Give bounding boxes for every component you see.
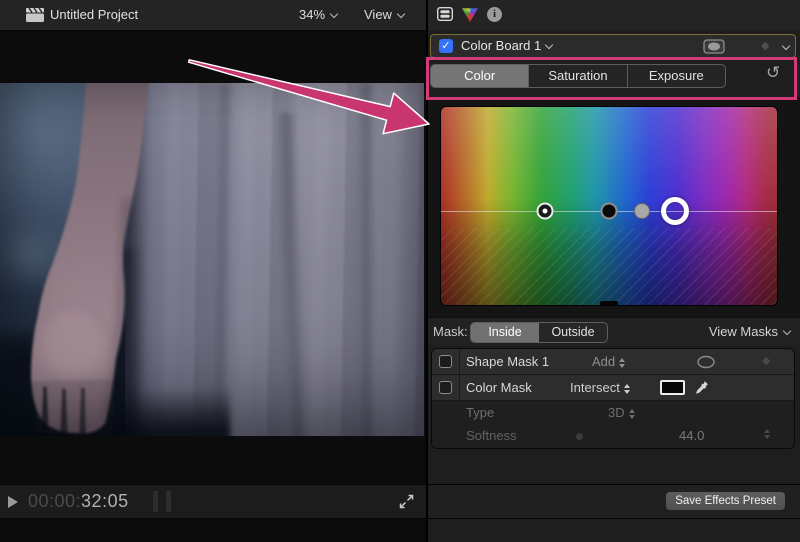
color-mask-softness-row: Softness 44.0 bbox=[432, 424, 794, 448]
softness-stepper[interactable] bbox=[764, 429, 770, 439]
shape-mask-mode-dropdown[interactable]: Add bbox=[592, 349, 625, 374]
view-masks-dropdown[interactable]: View Masks bbox=[709, 318, 790, 345]
chevron-down-icon bbox=[330, 10, 338, 18]
board-hatch bbox=[441, 228, 777, 305]
clapperboard-icon bbox=[26, 8, 44, 22]
info-icon[interactable]: i bbox=[487, 7, 502, 22]
skimmer-tick bbox=[153, 491, 158, 512]
shape-mask-checkbox[interactable] bbox=[439, 355, 452, 368]
collapse-chevron-icon[interactable] bbox=[782, 42, 790, 50]
play-button[interactable] bbox=[8, 496, 18, 508]
transport-bar: 00:00:32:05 bbox=[0, 484, 426, 519]
correction-name-dropdown[interactable]: Color Board 1 bbox=[461, 35, 552, 57]
view-dropdown[interactable]: View bbox=[364, 0, 404, 30]
color-mask-mode-dropdown[interactable]: Intersect bbox=[570, 375, 630, 400]
puck-global[interactable] bbox=[537, 203, 554, 220]
project-title: Untitled Project bbox=[50, 0, 138, 30]
type-label: Type bbox=[466, 401, 494, 424]
puck-midtones[interactable] bbox=[634, 203, 650, 219]
shape-mask-name: Shape Mask 1 bbox=[466, 349, 549, 374]
type-dropdown[interactable]: 3D bbox=[608, 401, 635, 424]
save-effects-preset-button[interactable]: Save Effects Preset bbox=[666, 492, 785, 510]
oval-mask-icon[interactable] bbox=[696, 355, 716, 369]
keyframe-diamond-icon[interactable]: ◆ bbox=[761, 35, 769, 57]
correction-row[interactable]: ✓ Color Board 1 ◆ bbox=[430, 34, 796, 58]
expand-icon[interactable] bbox=[399, 494, 414, 509]
mask-toolbar: Mask: Inside Outside View Masks bbox=[428, 317, 800, 345]
inspector-toolbar: i bbox=[428, 0, 800, 30]
color-mask-checkbox[interactable] bbox=[439, 381, 452, 394]
board-resize-handle[interactable] bbox=[600, 301, 618, 305]
zoom-dropdown[interactable]: 34% bbox=[299, 0, 337, 30]
color-mask-swatch[interactable] bbox=[660, 380, 685, 395]
annotation-highlight-box bbox=[426, 57, 797, 100]
mask-thumbnail-icon[interactable] bbox=[703, 39, 725, 54]
mask-inside-outside-segment: Inside Outside bbox=[470, 322, 608, 343]
softness-slider-dot[interactable] bbox=[576, 433, 583, 440]
segment-inside[interactable]: Inside bbox=[471, 323, 539, 342]
video-inspector-icon[interactable] bbox=[437, 7, 453, 21]
softness-label: Softness bbox=[466, 424, 517, 448]
mask-list: Shape Mask 1 Add ◆ Color Mask Intersect … bbox=[431, 348, 795, 449]
chevron-down-icon bbox=[783, 327, 791, 335]
keyframe-diamond-icon[interactable]: ◆ bbox=[762, 349, 770, 374]
correction-enable-checkbox[interactable]: ✓ bbox=[439, 39, 453, 53]
video-vignette bbox=[0, 83, 424, 436]
project-topbar: Untitled Project 34% View bbox=[0, 0, 426, 31]
color-inspector-icon[interactable] bbox=[462, 7, 478, 22]
segment-outside[interactable]: Outside bbox=[539, 323, 607, 342]
puck-shadows[interactable] bbox=[601, 203, 618, 220]
shape-mask-row[interactable]: Shape Mask 1 Add ◆ bbox=[432, 349, 794, 375]
app-window: Untitled Project 34% View bbox=[0, 0, 800, 542]
timecode-display: 00:00:32:05 bbox=[28, 485, 129, 518]
softness-value: 44.0 bbox=[679, 424, 704, 448]
eyedropper-icon[interactable] bbox=[694, 380, 709, 395]
color-mask-type-row: Type 3D bbox=[432, 401, 794, 424]
puck-highlights[interactable] bbox=[661, 197, 689, 225]
chevron-down-icon bbox=[545, 41, 553, 49]
chevron-down-icon bbox=[397, 10, 405, 18]
color-board[interactable] bbox=[440, 106, 778, 306]
color-mask-row[interactable]: Color Mask Intersect bbox=[432, 375, 794, 401]
color-mask-name: Color Mask bbox=[466, 375, 532, 400]
viewer-canvas bbox=[0, 83, 424, 436]
color-board-zone bbox=[428, 97, 800, 317]
skimmer-tick bbox=[166, 491, 171, 512]
mask-label: Mask: bbox=[433, 318, 468, 345]
inspector-footer: Save Effects Preset bbox=[428, 484, 800, 519]
